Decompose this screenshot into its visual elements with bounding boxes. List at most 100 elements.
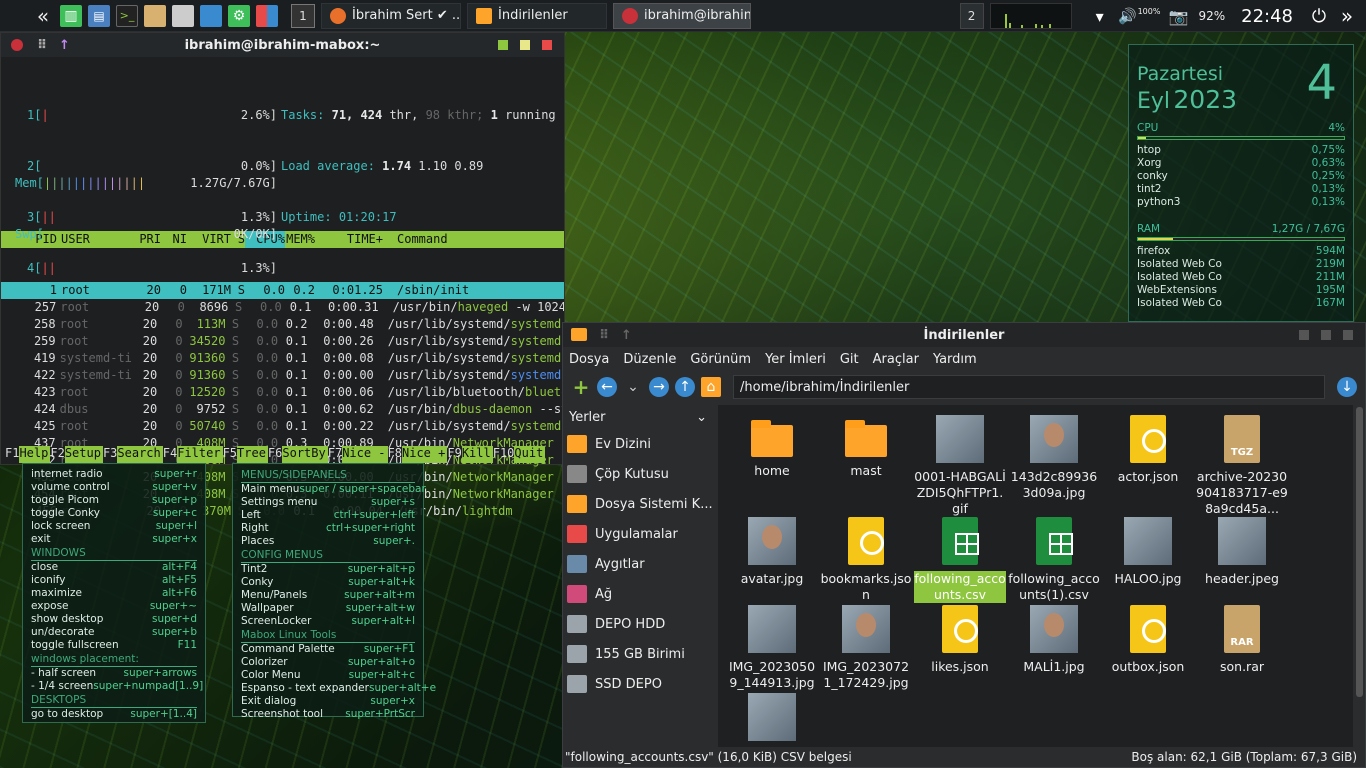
power-icon[interactable]: ⏻ [1308, 5, 1330, 27]
terminal-titlebar[interactable]: ⠿ ↑ ibrahim@ibrahim-mabox:~ [1, 33, 564, 57]
process-row[interactable]: 424 dbus 20 0 9752 S 0.0 0.1 0:00.62/usr/bin/dbu… [1, 401, 564, 418]
menu-grnm[interactable]: Görünüm [690, 352, 751, 367]
place-item[interactable]: 155 GB Birimi [563, 639, 713, 669]
keybinding-row: Wallpaper super+alt+w [241, 602, 415, 614]
fkey-tree[interactable]: F5 Tree [223, 446, 268, 463]
process-row[interactable]: 423 root 20 0 12520 S 0.0 0.1 0:00.06/usr/lib/bl… [1, 384, 564, 401]
swap-meter: Swp[0K/0K] [15, 227, 277, 241]
maximize-button[interactable] [1321, 330, 1331, 340]
process-row[interactable]: 425 root 20 0 50740 S 0.0 0.1 0:00.22/usr/lib/sy… [1, 418, 564, 435]
file-item[interactable]: RAR son.rar [1196, 605, 1288, 675]
place-item[interactable]: Ağ [563, 579, 713, 609]
task-terminal[interactable]: ibrahim@ibrahim... [613, 2, 751, 29]
terminal-window[interactable]: ⠿ ↑ ibrahim@ibrahim-mabox:~ 1[| 2.6%] 2[0… [0, 32, 565, 518]
process-row[interactable]: 259 root 20 0 34520 S 0.0 0.1 0:00.26/usr/lib/sy… [1, 333, 564, 350]
file-item[interactable]: HALOO.jpg [1102, 517, 1194, 587]
minimize-button[interactable] [498, 40, 508, 50]
volume-icon[interactable]: 🔊 [1117, 5, 1139, 27]
process-cell: S [231, 419, 240, 433]
workspace-button[interactable]: 1 [291, 3, 315, 28]
file-item[interactable]: following_accounts(1).csv [1008, 517, 1100, 603]
file-item[interactable]: mast [820, 415, 912, 479]
file-item[interactable]: IMG_20230721_172429.jpg [820, 605, 912, 691]
places-header[interactable]: Yerler ⌄ [563, 405, 713, 429]
file-item[interactable]: 0001-HABGALİZDI5QhFTPr1.gif [914, 415, 1006, 517]
fkey-quit[interactable]: F10 Quit [493, 446, 546, 463]
place-item[interactable]: Uygulamalar [563, 519, 713, 549]
folder-launcher-icon[interactable] [144, 4, 166, 27]
place-item[interactable]: DEPO HDD [563, 609, 713, 639]
file-item[interactable]: VID_2015022... [726, 693, 818, 747]
desktop-number[interactable]: 2 [959, 3, 984, 29]
fkey-nice[interactable]: F7 Nice - [328, 446, 388, 463]
file-item[interactable]: outbox.json [1102, 605, 1194, 675]
keybinding-row: toggle Picom super+p [31, 494, 197, 506]
keybinding-row: internet radio super+r [31, 468, 197, 480]
task-file-manager[interactable]: İndirilenler [467, 2, 607, 29]
file-manager-titlebar[interactable]: ⠿ ↑ İndirilenler [563, 323, 1365, 347]
process-cell: S [231, 317, 240, 331]
file-grid[interactable]: home mast 0001-HABGALİZDI5QhFTPr1.gif 143d2… [718, 405, 1353, 747]
app-menu-icon[interactable]: ▥ [60, 4, 82, 27]
forward-button[interactable]: → [649, 377, 669, 397]
process-row[interactable]: 419 systemd-ti 20 0 91360 S 0.0 0.1 0:00.08/usr/… [1, 350, 564, 367]
file-item[interactable]: bookmarks.json [820, 517, 912, 603]
place-item[interactable]: Dosya Sistemi K... [563, 489, 713, 519]
camera-icon[interactable]: 📷 [1167, 5, 1189, 27]
file-item[interactable]: 143d2c899363d09a.jpg [1008, 415, 1100, 501]
process-cell: 20 [142, 402, 158, 416]
settings-launcher-icon[interactable]: ⚙ [228, 4, 250, 27]
home-button[interactable]: ⌂ [701, 377, 721, 397]
file-item[interactable]: home [726, 415, 818, 479]
file-item[interactable]: TGZ archive-20230904183717-e98a9cd45a... [1196, 415, 1288, 517]
file-manager-window[interactable]: ⠿ ↑ İndirilenler Dosya Düzenle Görünüm Yer … [562, 322, 1366, 768]
place-item[interactable]: SSD DEPO [563, 669, 713, 699]
wifi-icon[interactable]: ▾ [1089, 5, 1111, 27]
clock[interactable]: 22:48 [1241, 6, 1293, 27]
fkey-filter[interactable]: F4 Filter [163, 446, 223, 463]
menu-git[interactable]: Git [840, 352, 859, 367]
menu-yerimleri[interactable]: Yer İmleri [765, 352, 826, 367]
menu-yardm[interactable]: Yardım [933, 352, 977, 367]
terminal-launcher-icon[interactable]: >_ [116, 4, 138, 27]
task-firefox[interactable]: İbrahim Sert ✔ ... [321, 2, 461, 29]
file-item[interactable]: header.jpeg [1196, 517, 1288, 587]
menu-aralar[interactable]: Araçlar [873, 352, 919, 367]
file-item[interactable]: actor.json [1102, 415, 1194, 485]
path-bar[interactable]: /home/ibrahim/İndirilenler [733, 375, 1325, 399]
chevron-right-icon[interactable]: » [1336, 4, 1358, 28]
fkey-help[interactable]: F1 Help [5, 446, 51, 463]
fkey-kill[interactable]: F9 Kill [447, 446, 493, 463]
file-item[interactable]: following_accounts.csv [914, 517, 1006, 603]
text-editor-launcher-icon[interactable] [172, 4, 194, 27]
new-tab-button[interactable]: + [571, 375, 591, 399]
history-dropdown-icon[interactable]: ⌄ [623, 377, 643, 397]
minimize-button[interactable] [1299, 330, 1309, 340]
menu-dosya[interactable]: Dosya [569, 352, 609, 367]
up-button[interactable]: ↑ [675, 377, 695, 397]
place-item[interactable]: Aygıtlar [563, 549, 713, 579]
process-row[interactable]: 258 root 20 0 113M S 0.0 0.2 0:00.48/usr/lib/sys… [1, 316, 564, 333]
file-item[interactable]: avatar.jpg [726, 517, 818, 587]
file-item[interactable]: IMG_20230509_144913.jpg [726, 605, 818, 691]
fkey-nice[interactable]: F8 Nice + [388, 446, 448, 463]
browser-launcher-icon[interactable] [200, 4, 222, 27]
chevron-left-icon[interactable]: « [32, 4, 54, 28]
file-item[interactable]: likes.json [914, 605, 1006, 675]
fkey-setup[interactable]: F2 Setup [50, 446, 103, 463]
back-button[interactable]: ← [597, 377, 617, 397]
maximize-button[interactable] [520, 40, 530, 50]
fkey-sortby[interactable]: F6 SortBy [268, 446, 328, 463]
menu-dzenle[interactable]: Düzenle [623, 352, 676, 367]
close-button[interactable] [1343, 330, 1353, 340]
fkey-search[interactable]: F3 Search [103, 446, 163, 463]
go-button[interactable]: ↓ [1337, 377, 1357, 397]
process-row[interactable]: 422 systemd-ti 20 0 91360 S 0.0 0.1 0:00.00/usr/… [1, 367, 564, 384]
place-item[interactable]: Ev Dizini [563, 429, 713, 459]
apps-grid-icon[interactable] [256, 4, 278, 27]
file-grid-scrollbar[interactable] [1356, 407, 1363, 697]
file-item[interactable]: MALİ1.jpg [1008, 605, 1100, 675]
close-button[interactable] [542, 40, 552, 50]
place-item[interactable]: Çöp Kutusu [563, 459, 713, 489]
file-manager-launcher-icon[interactable]: ▤ [88, 4, 110, 27]
